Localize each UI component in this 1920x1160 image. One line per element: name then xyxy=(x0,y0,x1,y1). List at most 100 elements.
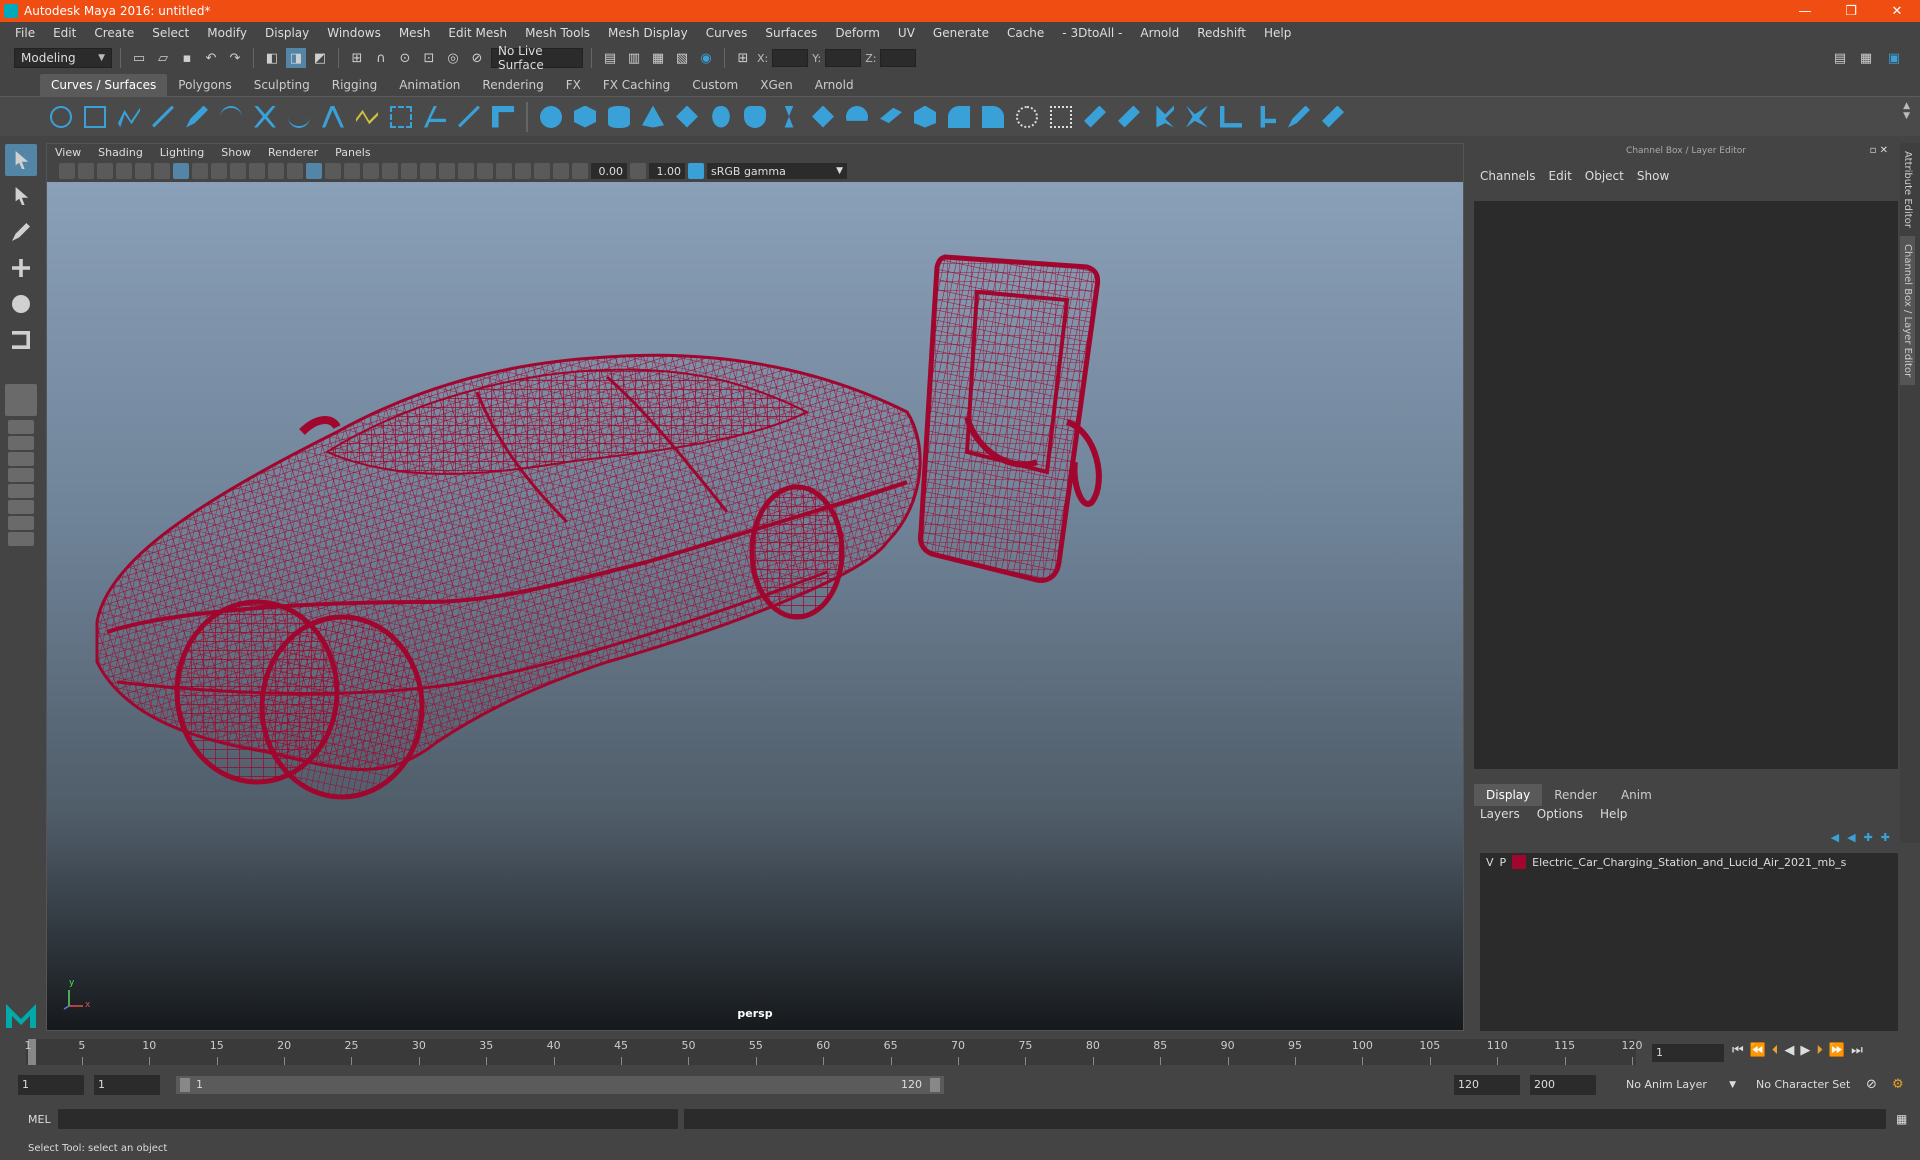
2d-pan-zoom-icon[interactable] xyxy=(135,163,151,179)
menu-redshift[interactable]: Redshift xyxy=(1188,26,1255,40)
new-layer-from-selection-icon[interactable]: ✚ xyxy=(1881,831,1890,844)
cb-menu-channels[interactable]: Channels xyxy=(1480,169,1536,183)
select-hierarchy-icon[interactable]: ◧ xyxy=(262,48,282,68)
shadows-icon[interactable] xyxy=(401,163,417,179)
menu-arnold[interactable]: Arnold xyxy=(1131,26,1188,40)
cb-menu-show[interactable]: Show xyxy=(1637,169,1669,183)
extrude-icon[interactable] xyxy=(842,102,872,132)
tab-sculpting[interactable]: Sculpting xyxy=(243,74,321,96)
panel-menu-panels[interactable]: Panels xyxy=(335,146,370,159)
tab-custom[interactable]: Custom xyxy=(681,74,749,96)
new-layer-icon[interactable]: ✚ xyxy=(1864,831,1873,844)
script-language-label[interactable]: MEL xyxy=(0,1113,58,1126)
detach-curves-icon[interactable] xyxy=(284,102,314,132)
colorspace-dropdown[interactable]: sRGB gamma ▼ xyxy=(707,163,847,179)
anim-start-field[interactable]: 1 xyxy=(18,1075,84,1095)
menu-edit-mesh[interactable]: Edit Mesh xyxy=(439,26,516,40)
pencil-curve-icon[interactable] xyxy=(182,102,212,132)
safe-action-icon[interactable] xyxy=(268,163,284,179)
anim-layer-dropdown[interactable]: No Anim Layer ▼ xyxy=(1626,1075,1736,1095)
menuset-dropdown[interactable]: Modeling ▼ xyxy=(14,48,112,68)
save-scene-icon[interactable]: ▪ xyxy=(177,48,197,68)
add-points-icon[interactable] xyxy=(454,102,484,132)
layer-color-swatch[interactable] xyxy=(1512,855,1527,869)
xray-joints-icon[interactable] xyxy=(534,163,550,179)
four-view-layout-button[interactable] xyxy=(8,420,34,434)
ep-curve-icon[interactable] xyxy=(148,102,178,132)
hypershade-icon[interactable]: ◉ xyxy=(696,48,716,68)
surface-editing-icon[interactable] xyxy=(1318,102,1348,132)
nurbs-plane-icon[interactable] xyxy=(672,102,702,132)
tab-channel-box-layer-editor[interactable]: Channel Box / Layer Editor xyxy=(1900,235,1915,386)
minimize-button[interactable]: — xyxy=(1782,0,1828,22)
snap-point-icon[interactable]: ⊙ xyxy=(395,48,415,68)
layer-menu-layers[interactable]: Layers xyxy=(1480,807,1520,821)
panel-menu-lighting[interactable]: Lighting xyxy=(160,146,204,159)
tab-curves-surfaces[interactable]: Curves / Surfaces xyxy=(40,74,168,96)
curve-editing-icon[interactable] xyxy=(488,102,518,132)
panel-float-close-icon[interactable]: ▫ ✕ xyxy=(1870,145,1888,156)
modeling-toolkit-icon[interactable]: ▤ xyxy=(1830,48,1850,68)
untrim-icon[interactable] xyxy=(1148,102,1178,132)
outliner-persp-layout-button[interactable] xyxy=(8,484,34,498)
depth-of-field-icon[interactable] xyxy=(477,163,493,179)
panel-menu-view[interactable]: View xyxy=(55,146,81,159)
nurbs-cylinder-icon[interactable] xyxy=(604,102,634,132)
layer-menu-help[interactable]: Help xyxy=(1600,807,1627,821)
rotate-tool-button[interactable] xyxy=(5,288,37,320)
menu-windows[interactable]: Windows xyxy=(318,26,390,40)
menu-surfaces[interactable]: Surfaces xyxy=(756,26,826,40)
persp-hypershade-layout-button[interactable] xyxy=(8,468,34,482)
persp-uv-layout-button[interactable] xyxy=(8,500,34,514)
xray-icon[interactable] xyxy=(515,163,531,179)
menu-mesh[interactable]: Mesh xyxy=(390,26,440,40)
step-forward-key-icon[interactable]: ⏵ xyxy=(1816,1043,1823,1058)
live-surface-field[interactable]: No Live Surface xyxy=(491,44,583,72)
cb-menu-edit[interactable]: Edit xyxy=(1549,169,1572,183)
layer-row[interactable]: V P Electric_Car_Charging_Station_and_Lu… xyxy=(1480,853,1898,871)
camera-icon[interactable] xyxy=(59,163,75,179)
menu-cache[interactable]: Cache xyxy=(998,26,1053,40)
x-field[interactable] xyxy=(772,49,809,67)
bevel-icon[interactable] xyxy=(978,102,1008,132)
loft-icon[interactable] xyxy=(774,102,804,132)
revolve-icon[interactable] xyxy=(740,102,770,132)
attribute-editor-toggle-icon[interactable]: ▦ xyxy=(1856,48,1876,68)
transform-mode-icon[interactable]: ⊞ xyxy=(733,48,753,68)
open-close-surfaces-icon[interactable] xyxy=(1250,102,1280,132)
trim-tool-icon[interactable] xyxy=(1114,102,1144,132)
screen-space-ao-icon[interactable] xyxy=(420,163,436,179)
open-scene-icon[interactable]: ▱ xyxy=(153,48,173,68)
tab-fx[interactable]: FX xyxy=(555,74,592,96)
tab-display-layers[interactable]: Display xyxy=(1474,784,1543,806)
boundary-icon[interactable] xyxy=(910,102,940,132)
resolution-gate-icon[interactable] xyxy=(211,163,227,179)
script-editor-icon[interactable]: ▦ xyxy=(1896,1112,1907,1126)
gamma-icon[interactable] xyxy=(630,163,646,179)
project-curve-icon[interactable] xyxy=(1046,102,1076,132)
undo-icon[interactable]: ↶ xyxy=(201,48,221,68)
extend-curve-icon[interactable] xyxy=(352,102,382,132)
attach-surfaces-icon[interactable] xyxy=(1182,102,1212,132)
menu-select[interactable]: Select xyxy=(143,26,198,40)
menu-deform[interactable]: Deform xyxy=(826,26,889,40)
gate-mask-icon[interactable] xyxy=(230,163,246,179)
ipr-render-icon[interactable]: ▦ xyxy=(648,48,668,68)
close-button[interactable]: ✕ xyxy=(1874,0,1920,22)
camera-attributes-icon[interactable] xyxy=(78,163,94,179)
step-forward-frame-icon[interactable]: ⏩ xyxy=(1829,1043,1845,1058)
shelf-scroll-icon[interactable]: ▲ ▼ xyxy=(1903,101,1910,121)
menu-help[interactable]: Help xyxy=(1255,26,1300,40)
auto-key-icon[interactable]: ⊘ xyxy=(1866,1077,1877,1092)
select-tool-button[interactable] xyxy=(5,144,37,176)
go-to-start-icon[interactable]: ⏮ xyxy=(1732,1043,1744,1058)
nurbs-sphere-icon[interactable] xyxy=(536,102,566,132)
menu-mesh-tools[interactable]: Mesh Tools xyxy=(516,26,599,40)
menu-display[interactable]: Display xyxy=(256,26,318,40)
current-frame-field[interactable]: 1 xyxy=(1652,1044,1724,1062)
snap-curve-icon[interactable]: ∩ xyxy=(371,48,391,68)
character-set-dropdown[interactable]: No Character Set xyxy=(1756,1075,1866,1095)
nurbs-cube-icon[interactable] xyxy=(570,102,600,132)
new-scene-icon[interactable]: ▭ xyxy=(129,48,149,68)
nurbs-circle-icon[interactable] xyxy=(46,102,76,132)
